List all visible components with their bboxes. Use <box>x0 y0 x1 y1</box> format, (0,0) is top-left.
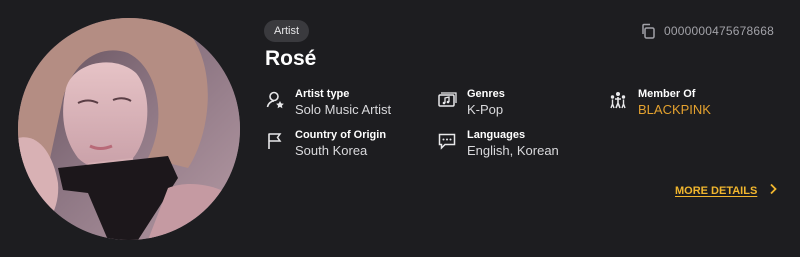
field-label: Genres <box>467 88 505 100</box>
field-member-of: Member Of BLACKPINK <box>608 88 711 117</box>
chevron-right-icon <box>769 183 778 198</box>
field-country: Country of Origin South Korea <box>265 129 386 158</box>
artist-id[interactable]: 0000000475678668 <box>640 23 774 39</box>
person-badge-icon <box>265 90 285 110</box>
more-details-label: MORE DETAILS <box>675 184 758 197</box>
field-artist-type: Artist type Solo Music Artist <box>265 88 391 117</box>
field-value: K-Pop <box>467 102 504 117</box>
artist-name: Rosé <box>265 47 317 70</box>
member-of-link[interactable]: BLACKPINK <box>638 102 711 117</box>
more-details-link[interactable]: MORE DETAILS <box>675 183 778 198</box>
copy-icon[interactable] <box>640 23 656 39</box>
artist-avatar <box>18 18 240 240</box>
artist-id-text: 0000000475678668 <box>664 24 774 38</box>
field-languages: Languages English, Korean <box>437 129 559 158</box>
field-label: Languages <box>467 129 526 141</box>
field-value: South Korea <box>295 143 368 158</box>
music-library-icon <box>437 90 457 110</box>
field-label: Artist type <box>295 88 350 100</box>
group-icon <box>608 90 628 110</box>
speech-bubble-icon <box>437 131 457 151</box>
type-badge: Artist <box>264 20 310 42</box>
field-genres: Genres K-Pop <box>437 88 505 117</box>
field-label: Member Of <box>638 88 696 100</box>
flag-icon <box>265 131 285 151</box>
field-value: English, Korean <box>467 143 559 158</box>
field-label: Country of Origin <box>295 129 387 141</box>
field-value: Solo Music Artist <box>295 102 392 117</box>
